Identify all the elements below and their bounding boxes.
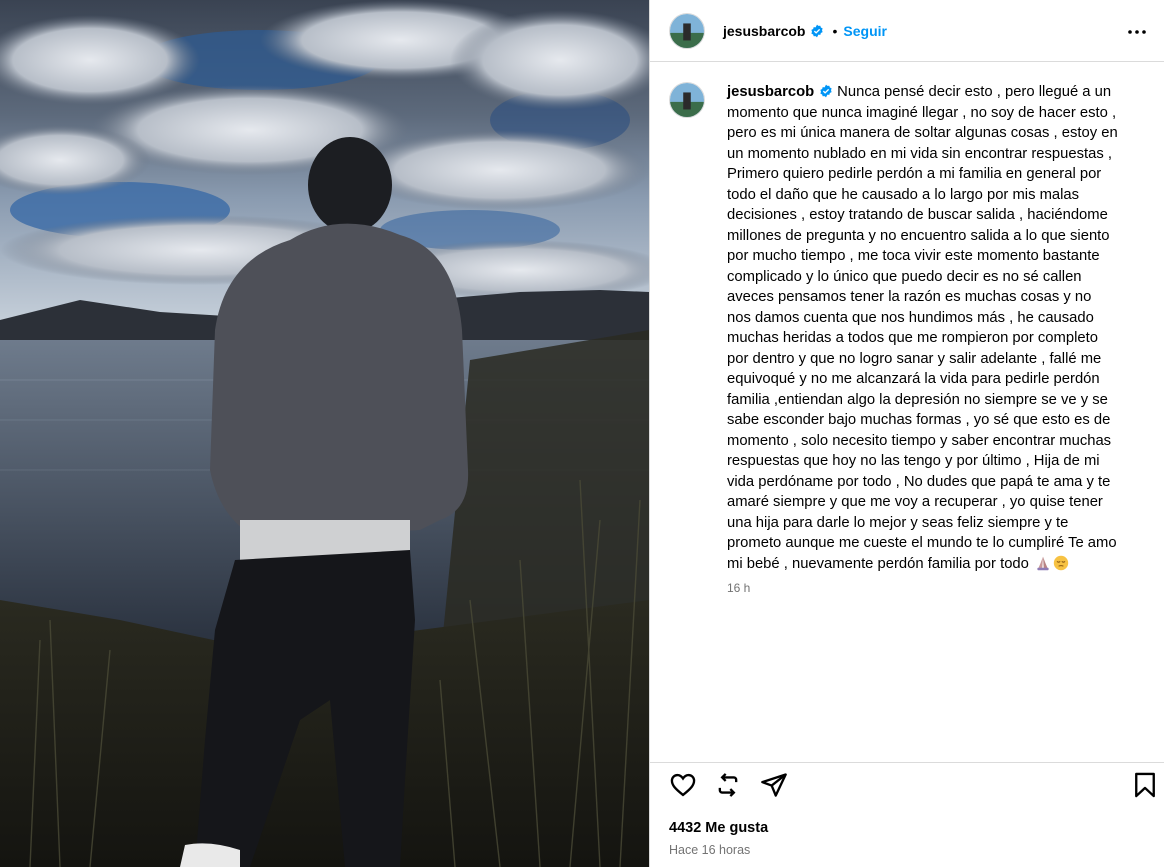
- header-username[interactable]: jesusbarcob: [723, 23, 805, 39]
- caption-username[interactable]: jesusbarcob: [727, 84, 814, 100]
- comments-section[interactable]: jesusbarcob Nunca pensé decir esto , per…: [650, 62, 1164, 762]
- post-photo[interactable]: [0, 0, 649, 867]
- photo-man-by-lake: [0, 0, 649, 867]
- follow-button[interactable]: Seguir: [843, 23, 887, 39]
- praying-hands-emoji: [1037, 556, 1049, 570]
- pensive-face-emoji: [1053, 555, 1069, 570]
- heart-icon[interactable]: [669, 771, 697, 799]
- repost-icon[interactable]: [714, 771, 742, 799]
- post-actions: 4432 Me gusta Hace 16 horas: [650, 762, 1164, 867]
- caption: jesusbarcob Nunca pensé decir esto , per…: [669, 82, 1149, 574]
- avatar-image: [670, 13, 704, 48]
- avatar[interactable]: [669, 12, 705, 49]
- bookmark-icon[interactable]: [1131, 771, 1159, 799]
- caption-text: Nunca pensé decir esto , pero llegué a u…: [727, 84, 1118, 572]
- caption-avatar[interactable]: [669, 82, 705, 118]
- verified-badge-icon: [820, 84, 832, 98]
- caption-body: jesusbarcob Nunca pensé decir esto , per…: [727, 82, 1119, 574]
- send-icon[interactable]: [760, 771, 788, 799]
- likes-count[interactable]: 4432 Me gusta: [669, 820, 768, 836]
- verified-badge-icon: [811, 24, 824, 37]
- avatar-image: [670, 83, 704, 117]
- more-options-icon[interactable]: [1125, 20, 1149, 44]
- post-date[interactable]: Hace 16 horas: [669, 843, 750, 857]
- caption-timestamp[interactable]: 16 h: [727, 581, 1149, 595]
- post-header: jesusbarcob • Seguir: [650, 0, 1164, 62]
- separator-dot: •: [832, 22, 838, 39]
- post-side-panel: jesusbarcob • Seguir jesusbarcob Nunca p…: [649, 0, 1164, 867]
